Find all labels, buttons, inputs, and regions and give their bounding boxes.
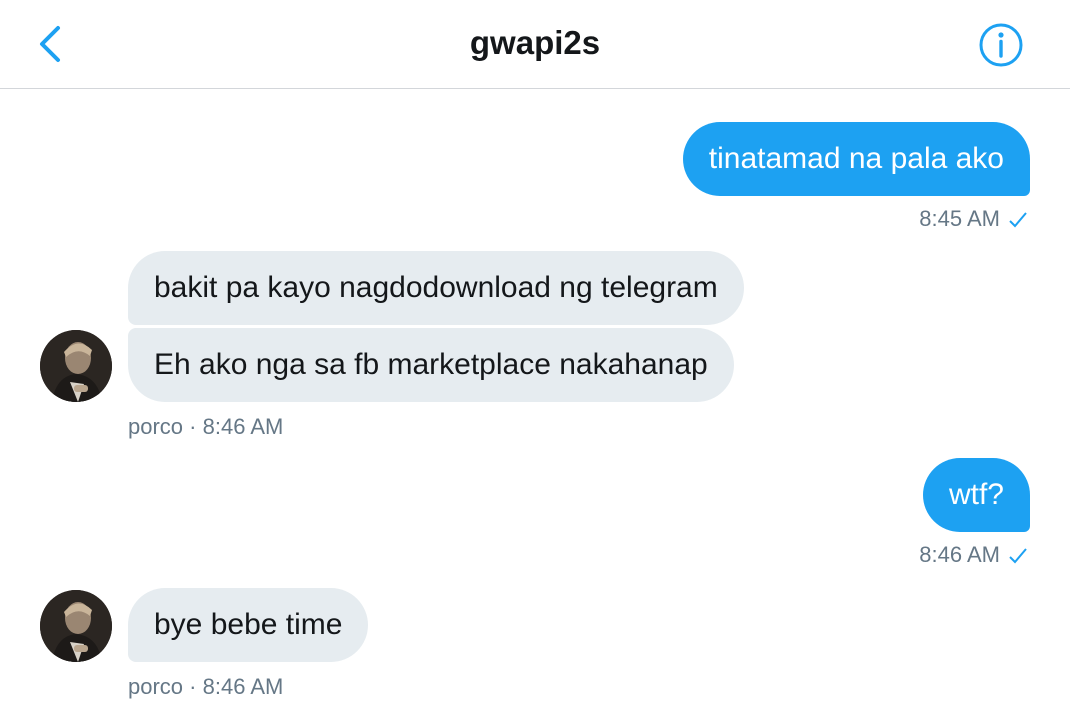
message-timestamp: 8:45 AM: [919, 206, 1028, 232]
chevron-left-icon: [40, 26, 60, 62]
conversation-header: gwapi2s: [0, 0, 1070, 89]
outgoing-message-bubble[interactable]: tinatamad na pala ako: [682, 122, 1030, 196]
avatar-image: [40, 590, 112, 662]
timestamp-text: 8:46 AM: [202, 414, 284, 439]
back-button[interactable]: [30, 22, 70, 66]
dm-conversation-screen: gwapi2s tinatamad na pala ako 8:45 AM ba…: [0, 0, 1070, 725]
info-button[interactable]: [978, 22, 1024, 68]
avatar[interactable]: [40, 590, 112, 662]
sender-name: porco: [128, 674, 184, 699]
message-sender-meta: porco · 8:46 AM: [128, 674, 283, 700]
incoming-message-bubble[interactable]: Eh ako nga sa fb marketplace nakahanap: [128, 328, 734, 402]
meta-separator: ·: [189, 414, 197, 439]
timestamp-text: 8:46 AM: [202, 674, 284, 699]
incoming-message-bubble[interactable]: bye bebe time: [128, 588, 369, 662]
info-icon: [979, 23, 1023, 67]
outgoing-message-bubble[interactable]: wtf?: [922, 458, 1030, 532]
timestamp-text: 8:45 AM: [919, 206, 1000, 231]
check-icon: [1009, 548, 1027, 564]
meta-separator: ·: [189, 674, 197, 699]
message-sender-meta: porco · 8:46 AM: [128, 414, 283, 440]
message-timestamp: 8:46 AM: [919, 542, 1028, 568]
conversation-title: gwapi2s: [469, 24, 601, 61]
avatar[interactable]: [40, 330, 112, 402]
check-icon: [1009, 212, 1027, 228]
sender-name: porco: [128, 414, 184, 439]
incoming-message-bubble[interactable]: bakit pa kayo nagdodownload ng telegram: [128, 251, 744, 325]
avatar-image: [40, 330, 112, 402]
timestamp-text: 8:46 AM: [919, 542, 1000, 567]
